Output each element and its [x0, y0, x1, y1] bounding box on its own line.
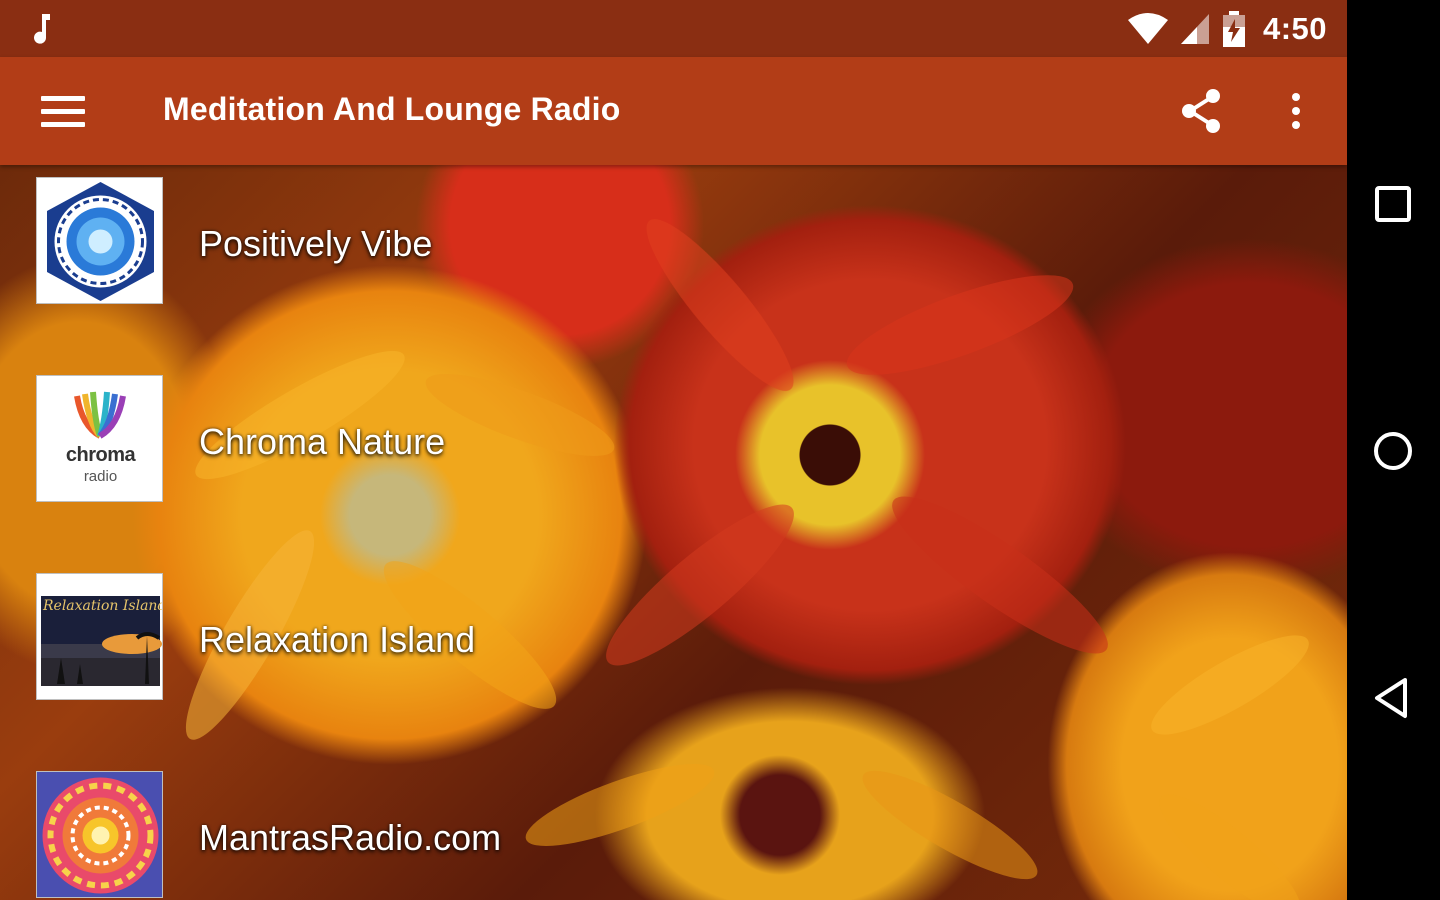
music-note-icon: [34, 14, 50, 44]
station-name: MantrasRadio.com: [199, 817, 502, 858]
hamburger-menu-icon[interactable]: [28, 89, 98, 133]
recent-apps-icon[interactable]: [1369, 180, 1417, 228]
app-toolbar: Meditation And Lounge Radio: [0, 57, 1347, 165]
status-bar: 4:50: [0, 0, 1347, 57]
positively-vibe-logo: [36, 177, 163, 304]
logo-subtext: radio: [83, 468, 118, 485]
signal-icon: [1180, 13, 1209, 44]
system-navigation-bar: [1347, 0, 1440, 900]
logo-text: chroma: [65, 444, 136, 466]
more-vert-icon[interactable]: [1276, 85, 1316, 137]
chroma-radio-logo: chroma radio: [36, 375, 163, 502]
station-item-mantras-radio[interactable]: MantrasRadio.com: [0, 759, 800, 899]
station-name: Relaxation Island: [199, 619, 476, 660]
relaxation-island-logo: Relaxation Island: [36, 573, 163, 700]
station-item-chroma-nature[interactable]: chroma radio Chroma Nature: [0, 363, 800, 503]
station-name: Positively Vibe: [199, 223, 433, 264]
app-screen: 4:50 Meditation And Lounge Radio Positiv…: [0, 0, 1347, 900]
share-icon[interactable]: [1176, 85, 1228, 137]
page-title: Meditation And Lounge Radio: [163, 91, 621, 127]
home-icon[interactable]: [1369, 427, 1417, 475]
wifi-icon: [1127, 12, 1168, 44]
back-icon[interactable]: [1369, 674, 1417, 722]
mantras-radio-logo: [36, 771, 163, 898]
station-item-positively-vibe[interactable]: Positively Vibe: [0, 165, 800, 305]
logo-text: Relaxation Island: [43, 598, 163, 614]
clock: 4:50: [1262, 10, 1327, 46]
status-icons: 4:50: [1127, 0, 1327, 57]
battery-charging-icon: [1222, 10, 1245, 47]
station-item-relaxation-island[interactable]: Relaxation Island Relaxation Island: [0, 561, 800, 701]
station-name: Chroma Nature: [199, 421, 446, 462]
